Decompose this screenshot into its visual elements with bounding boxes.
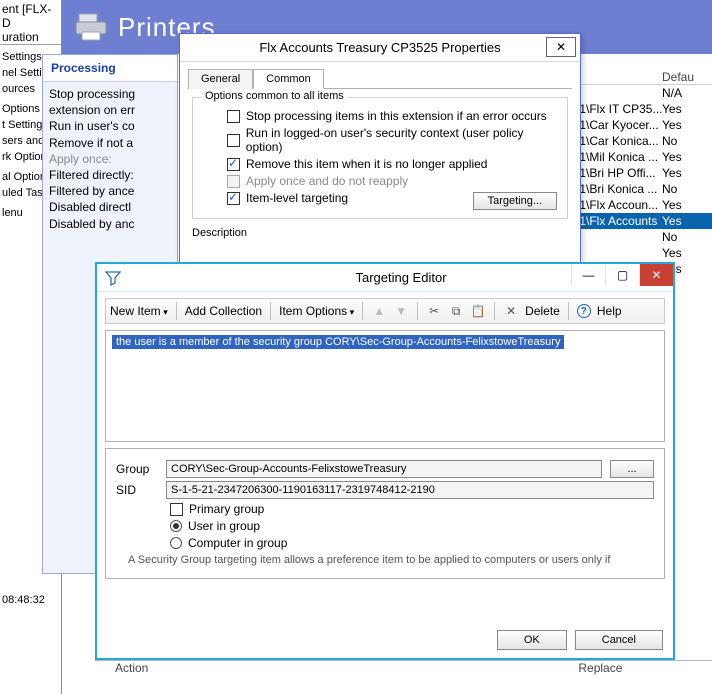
- printer-row[interactable]: No: [566, 229, 712, 245]
- help-button[interactable]: Help: [597, 304, 622, 318]
- properties-dialog: Flx Accounts Treasury CP3525 Properties …: [179, 33, 581, 265]
- targeting-button[interactable]: Targeting...: [473, 192, 557, 210]
- description-label: Description: [192, 227, 568, 239]
- printer-row[interactable]: 001\Flx IT CP35...Yes: [566, 101, 712, 117]
- status-time: 08:48:32: [2, 594, 45, 606]
- ok-button[interactable]: OK: [497, 630, 567, 650]
- close-button[interactable]: ✕: [546, 37, 576, 57]
- new-item-menu[interactable]: New Item: [110, 304, 168, 318]
- rule-form: Group ... SID Primary group User in grou…: [105, 448, 665, 579]
- printer-row[interactable]: 001\Car Kyocer...Yes: [566, 117, 712, 133]
- tab-common[interactable]: Common: [253, 69, 324, 89]
- maximize-button[interactable]: ▢: [605, 264, 639, 286]
- copy-icon[interactable]: ⧉: [448, 304, 464, 319]
- chk-once: [227, 175, 240, 188]
- rules-list[interactable]: the user is a member of the security gro…: [105, 330, 665, 442]
- minimize-button[interactable]: —: [571, 264, 605, 286]
- dialog-title: Flx Accounts Treasury CP3525 Properties: [259, 40, 500, 55]
- chk-runas[interactable]: [227, 134, 240, 147]
- item-options-menu[interactable]: Item Options: [279, 304, 354, 318]
- chk-targeting[interactable]: [227, 192, 240, 205]
- printer-row[interactable]: 001\Flx Accoun...Yes: [566, 197, 712, 213]
- chk-stop[interactable]: [227, 110, 240, 123]
- toolbar: New Item Add Collection Item Options ▲ ▼…: [105, 298, 665, 324]
- move-up-icon: ▲: [371, 304, 387, 318]
- group-field[interactable]: [166, 460, 602, 478]
- browse-group-button[interactable]: ...: [610, 460, 654, 478]
- funnel-icon: [105, 270, 121, 286]
- status-bar: Action Replace: [95, 660, 712, 682]
- paste-icon: 📋: [470, 304, 486, 318]
- printer-row[interactable]: 001\Bri HP Offi...Yes: [566, 165, 712, 181]
- help-icon[interactable]: ?: [577, 304, 591, 318]
- radio-user-in-group[interactable]: [170, 520, 182, 532]
- mmc-title: ent [FLX-D uration: [0, 2, 61, 45]
- printer-row[interactable]: 001\Mil Konica ...Yes: [566, 149, 712, 165]
- chk-remove[interactable]: [227, 158, 240, 171]
- tab-general[interactable]: General: [188, 69, 253, 89]
- targeting-editor-dialog: Targeting Editor — ▢ ✕ New Item Add Coll…: [95, 262, 675, 660]
- cut-icon[interactable]: ✂: [426, 304, 442, 318]
- processing-heading: Processing: [43, 55, 177, 82]
- move-down-icon: ▼: [393, 304, 409, 318]
- sid-field[interactable]: [166, 481, 654, 499]
- hint-text: A Security Group targeting item allows a…: [128, 554, 642, 566]
- chk-primary-group[interactable]: [170, 503, 183, 516]
- printer-row[interactable]: 001\Flx Accounts ...Yes: [566, 213, 712, 229]
- cancel-button[interactable]: Cancel: [575, 630, 663, 650]
- printer-row[interactable]: Yes: [566, 245, 712, 261]
- printer-row[interactable]: 001\Bri Konica ...No: [566, 181, 712, 197]
- add-collection-button[interactable]: Add Collection: [185, 304, 262, 318]
- printer-list: Defau N/A 001\Flx IT CP35...Yes001\Car K…: [566, 70, 712, 277]
- printer-icon: [74, 12, 108, 42]
- close-button[interactable]: ✕: [639, 264, 673, 286]
- delete-button[interactable]: Delete: [525, 304, 560, 318]
- delete-icon[interactable]: ✕: [503, 304, 519, 318]
- printer-row[interactable]: 001\Car Konica...No: [566, 133, 712, 149]
- common-options-group: Options common to all items Stop process…: [192, 97, 568, 219]
- radio-computer-in-group[interactable]: [170, 537, 182, 549]
- rule-item[interactable]: the user is a member of the security gro…: [112, 335, 564, 349]
